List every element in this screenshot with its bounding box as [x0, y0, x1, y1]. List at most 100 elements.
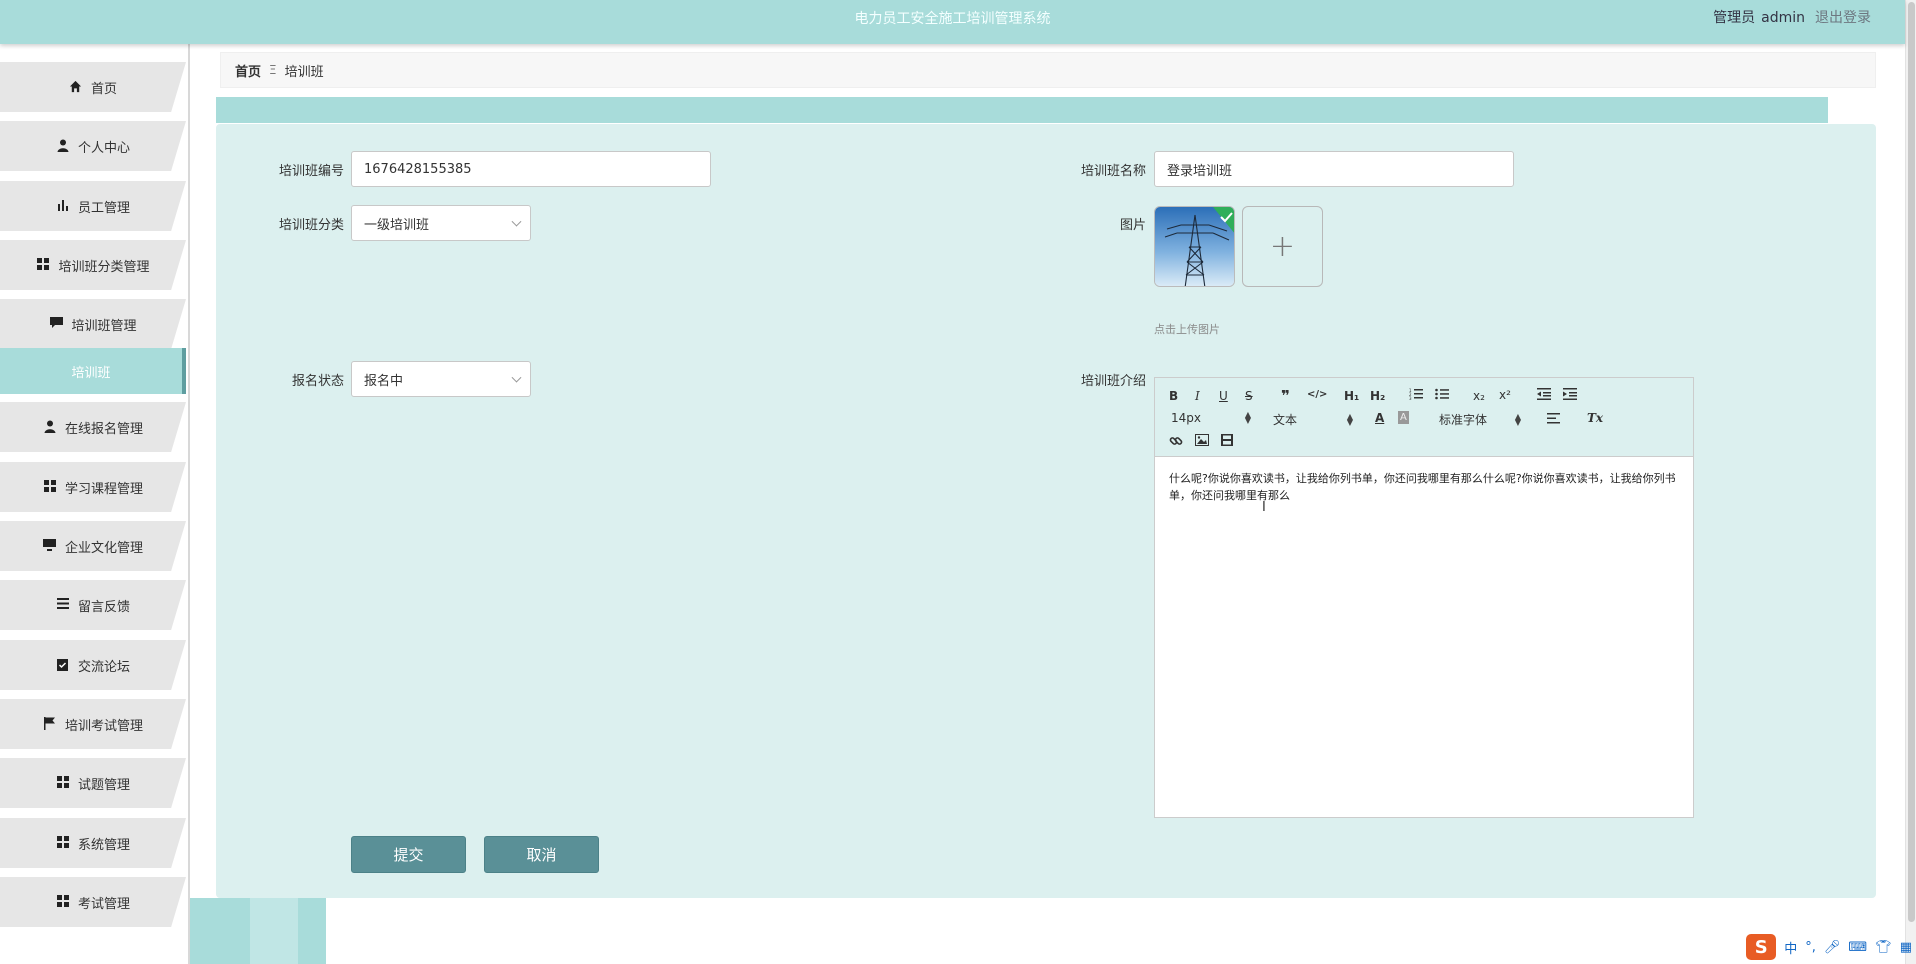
updown-icon: ▲ ▼	[1244, 410, 1251, 425]
sidebar-item-profile[interactable]: 个人中心	[0, 121, 186, 171]
sogou-logo-icon[interactable]: S	[1746, 934, 1777, 960]
video-icon[interactable]	[1221, 434, 1233, 446]
updown-icon: ▲ ▼	[1346, 411, 1353, 427]
scrollbar-thumb[interactable]	[1908, 2, 1915, 922]
image-icon[interactable]	[1195, 434, 1209, 446]
status-select[interactable]: 报名中	[351, 361, 531, 397]
sidebar-item-label: 交流论坛	[77, 659, 130, 675]
chevron-down-icon	[511, 216, 522, 227]
h1-button[interactable]: H₁	[1344, 389, 1359, 403]
submit-button[interactable]: 提交	[351, 836, 466, 873]
text-cursor-icon: I	[1262, 500, 1266, 515]
sidebar-item-exam-training[interactable]: 培训考试管理	[0, 699, 186, 749]
upload-hint: 点击上传图片	[1154, 323, 1220, 336]
clipboard-check-icon	[56, 658, 70, 672]
bar-chart-icon	[56, 199, 70, 213]
superscript-button[interactable]: x²	[1499, 388, 1511, 402]
sidebar-item-employees[interactable]: 员工管理	[0, 181, 186, 231]
upload-image-button[interactable]: +	[1242, 206, 1323, 287]
subscript-button[interactable]: x₂	[1473, 389, 1485, 403]
blockquote-icon[interactable]: ❞	[1281, 387, 1290, 405]
font-size-value: 14px	[1171, 411, 1201, 425]
sidebar-item-label: 培训班管理	[71, 318, 137, 334]
font-size-select[interactable]: 14px ▲ ▼	[1171, 410, 1251, 426]
strike-button[interactable]: S	[1245, 389, 1253, 403]
breadcrumb-current: 培训班	[284, 64, 324, 80]
username: admin	[1761, 10, 1805, 26]
ime-toolbar: S 中 °, 🎤︎ ⌨︎ 👕︎ ▦	[1746, 934, 1912, 960]
class-name-field[interactable]: 登录培训班	[1154, 151, 1514, 187]
underline-button[interactable]: U	[1219, 389, 1228, 403]
sidebar-item-class[interactable]: 培训班	[0, 348, 186, 394]
sidebar-item-label: 在线报名管理	[64, 421, 143, 437]
ime-mode[interactable]: 中	[1784, 938, 1797, 957]
sidebar-item-label: 首页	[90, 81, 117, 97]
h2-button[interactable]: H₂	[1370, 389, 1385, 403]
user-role: 管理员	[1713, 10, 1756, 26]
class-no-field[interactable]: 1676428155385	[351, 151, 711, 187]
sidebar-item-questions[interactable]: 试题管理	[0, 758, 186, 808]
bold-button[interactable]: B	[1169, 389, 1178, 403]
decorative-band	[216, 97, 1828, 123]
rich-text-editor[interactable]: B I U S ❞ </> H₁ H₂ 123 x₂ x² 14px ▲ ▼ 文本…	[1154, 377, 1694, 818]
class-no-label: 培训班编号	[278, 164, 344, 179]
category-label: 培训班分类	[278, 218, 344, 233]
ime-punctuation[interactable]: °,	[1805, 940, 1816, 955]
category-select-value: 一级培训班	[364, 217, 430, 233]
grid-icon	[56, 895, 70, 909]
grid-icon	[56, 836, 70, 850]
sidebar-rail	[188, 44, 190, 964]
sidebar-item-culture[interactable]: 企业文化管理	[0, 521, 186, 571]
clear-format-button[interactable]: Tx	[1587, 411, 1603, 425]
font-family-select[interactable]: 标准字体 ▲ ▼	[1439, 411, 1521, 428]
italic-button[interactable]: I	[1195, 389, 1200, 403]
align-left-icon[interactable]	[1547, 413, 1560, 424]
sidebar-item-feedback[interactable]: 留言反馈	[0, 580, 186, 630]
sidebar-item-class-management[interactable]: 培训班管理	[0, 299, 186, 349]
sidebar-item-enrollment[interactable]: 在线报名管理	[0, 402, 186, 452]
app-title: 电力员工安全施工培训管理系统	[854, 11, 1051, 27]
font-color-button[interactable]: A	[1375, 411, 1384, 425]
list-icon	[56, 598, 70, 612]
apps-grid-icon[interactable]: ▦	[1900, 940, 1912, 955]
page-scrollbar[interactable]	[1905, 0, 1916, 964]
chevron-down-icon	[511, 372, 522, 383]
status-select-value: 报名中	[364, 373, 404, 389]
editor-toolbar: B I U S ❞ </> H₁ H₂ 123 x₂ x² 14px ▲ ▼ 文本…	[1155, 378, 1693, 457]
sidebar-item-courses[interactable]: 学习课程管理	[0, 462, 186, 512]
bullet-list-icon[interactable]	[1435, 388, 1449, 400]
indent-icon[interactable]	[1563, 388, 1577, 400]
breadcrumb-home[interactable]: 首页	[235, 61, 261, 80]
sidebar-item-label: 个人中心	[77, 140, 130, 156]
status-label: 报名状态	[291, 374, 344, 389]
user-tie-icon	[43, 420, 57, 434]
uploaded-image-thumbnail[interactable]	[1154, 206, 1235, 287]
block-format-select[interactable]: 文本 ▲ ▼	[1273, 411, 1353, 428]
code-icon[interactable]: </>	[1307, 389, 1327, 400]
sidebar-item-label: 考试管理	[77, 896, 130, 912]
sidebar-item-system[interactable]: 系统管理	[0, 818, 186, 868]
logout-link[interactable]: 退出登录	[1815, 10, 1871, 26]
editor-content[interactable]: 什么呢?你说你喜欢读书，让我给你列书单，你还问我哪里有那么什么呢?你说你喜欢读书…	[1169, 470, 1681, 504]
keyboard-icon[interactable]: ⌨︎	[1848, 940, 1867, 955]
sidebar-item-class-category[interactable]: 培训班分类管理	[0, 240, 186, 290]
cancel-button[interactable]: 取消	[484, 836, 599, 873]
sidebar-item-label: 试题管理	[77, 777, 130, 793]
sidebar-item-label: 企业文化管理	[64, 540, 143, 556]
plus-icon: +	[1269, 228, 1296, 264]
link-icon[interactable]	[1169, 434, 1183, 448]
background-color-button[interactable]: A	[1398, 411, 1409, 424]
sidebar-item-home[interactable]: 首页	[0, 62, 186, 112]
sidebar-item-forum[interactable]: 交流论坛	[0, 640, 186, 690]
breadcrumb-separator: Ξ	[269, 63, 277, 77]
sidebar-item-exams[interactable]: 考试管理	[0, 877, 186, 927]
sidebar-item-label: 培训考试管理	[64, 718, 143, 734]
microphone-icon[interactable]: 🎤︎	[1824, 940, 1841, 955]
outdent-icon[interactable]	[1537, 388, 1551, 400]
svg-text:3: 3	[1409, 396, 1412, 400]
category-select[interactable]: 一级培训班	[351, 205, 531, 241]
updown-icon: ▲ ▼	[1514, 411, 1521, 427]
skin-icon[interactable]: 👕︎	[1875, 940, 1892, 955]
block-format-value: 文本	[1273, 413, 1298, 427]
ordered-list-icon[interactable]: 123	[1409, 388, 1423, 400]
